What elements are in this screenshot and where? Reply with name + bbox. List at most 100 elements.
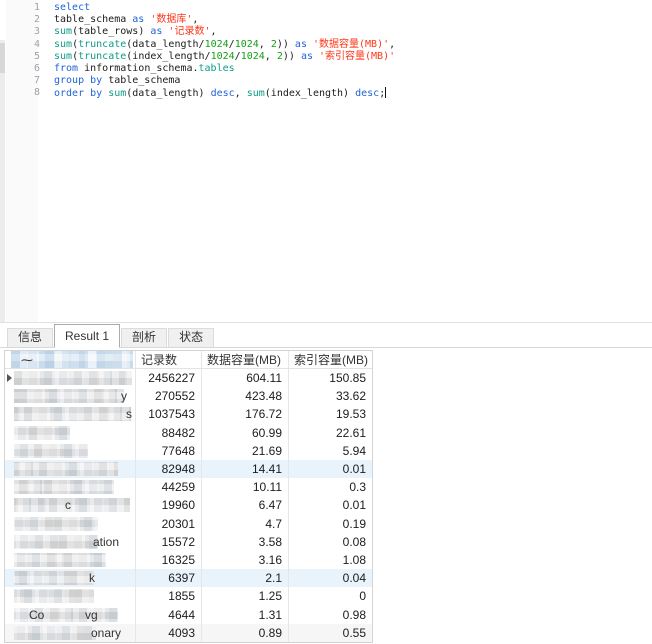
cell-records[interactable]: 44259 [136,478,202,497]
table-row[interactable]: c 19960 6.47 0.01 [5,496,372,515]
censored-fragment: s [126,407,132,422]
cell-index_mb[interactable]: 1.08 [289,551,372,569]
cell-data_mb[interactable]: 10.11 [202,478,289,497]
cell-database-name[interactable] [5,478,136,497]
cell-database-name[interactable]: s [5,405,136,424]
tab-info[interactable]: 信息 [7,328,54,347]
cell-database-name[interactable] [5,550,136,570]
table-row[interactable]: y 270552 423.48 33.62 [5,387,372,406]
cell-index_mb[interactable]: 150.85 [289,369,372,387]
cell-database-name[interactable]: Co vg [5,605,136,624]
cell-database-name[interactable] [5,587,136,606]
cell-index_mb[interactable]: 0.01 [289,496,372,514]
cell-records[interactable]: 4644 [136,605,202,624]
cell-data_mb[interactable]: 176.72 [202,405,289,424]
cell-data_mb[interactable]: 3.16 [202,550,289,570]
cell-records[interactable]: 6397 [136,569,202,588]
code-line: 8 order by sum(data_length) desc, sum(ind… [0,87,652,100]
code-line: 4 sum(truncate(data_length/1024/1024, 2))… [0,39,652,51]
cell-index_mb[interactable]: 0.55 [289,624,372,642]
results-pane: 信息 Result 1 剖析 状态 ⁓ 记录数 数据容量(MB) 索引容量(MB… [0,322,652,644]
censored-fragment: ation [93,534,120,549]
cell-database-name[interactable] [5,459,136,479]
cell-index_mb[interactable]: 5.94 [289,442,372,460]
cell-data_mb[interactable]: 0.89 [202,623,289,642]
cell-data_mb[interactable]: 1.25 [202,587,289,606]
table-row[interactable]: 16325 3.16 1.08 [5,550,372,570]
table-row[interactable]: 82948 14.41 0.01 [5,459,372,479]
cell-index_mb[interactable]: 19.53 [289,405,372,423]
table-row[interactable]: 88482 60.99 22.61 [5,423,372,442]
cell-index_mb[interactable]: 22.61 [289,424,372,442]
cell-records[interactable]: 1855 [136,587,202,606]
cell-index_mb[interactable]: 0.08 [289,533,372,551]
grid-header-cell-database[interactable]: ⁓ [5,351,136,368]
cell-index_mb[interactable]: 33.62 [289,387,372,405]
cell-index_mb[interactable]: 0.19 [289,515,372,533]
censored-text-mosaic [14,498,130,513]
table-row[interactable]: 2456227 604.11 150.85 [5,369,372,388]
cell-database-name[interactable] [5,514,136,533]
cell-database-name[interactable]: onary [5,623,136,642]
cell-records[interactable]: 88482 [136,423,202,442]
cell-database-name[interactable] [5,441,136,460]
grid-header-cell-records[interactable]: 记录数 [136,351,202,368]
cell-index_mb[interactable]: 0.3 [289,478,372,496]
cell-database-name[interactable]: y [5,387,136,406]
table-row[interactable]: 20301 4.7 0.19 [5,514,372,533]
code-line: 2 table_schema as '数据库', [0,14,652,26]
grid-header-cell-index-mb[interactable]: 索引容量(MB) [289,351,372,368]
tab-profile[interactable]: 剖析 [121,328,168,347]
line-number: 4 [33,38,40,50]
code-text: sum(table_rows) as '记录数', [54,26,217,38]
cell-data_mb[interactable]: 604.11 [202,369,289,388]
tab-result-1[interactable]: Result 1 [54,324,121,348]
table-row[interactable]: 77648 21.69 5.94 [5,441,372,460]
sql-editor[interactable]: 1 select 2 table_schema as '数据库', 3 sum(table… [0,0,652,322]
cell-data_mb[interactable]: 21.69 [202,441,289,460]
cell-records[interactable]: 15572 [136,532,202,551]
table-row[interactable]: s 1037543 176.72 19.53 [5,405,372,424]
cell-records[interactable]: 1037543 [136,405,202,424]
cell-records[interactable]: 77648 [136,441,202,460]
cell-records[interactable]: 82948 [136,459,202,479]
cell-data_mb[interactable]: 1.31 [202,605,289,624]
table-row[interactable]: k 6397 2.1 0.04 [5,569,372,588]
cell-data_mb[interactable]: 3.58 [202,532,289,551]
table-row[interactable]: Co vg 4644 1.31 0.98 [5,605,372,624]
cell-records[interactable]: 20301 [136,514,202,533]
table-row[interactable]: 1855 1.25 0 [5,587,372,606]
cell-index_mb[interactable]: 0.04 [289,569,372,587]
cell-database-name[interactable] [5,369,136,388]
code-text: sum(truncate(index_length/1024/1024, 2))… [54,50,396,62]
line-number: 1 [33,2,40,13]
cell-index_mb[interactable]: 0.98 [289,605,372,623]
tab-status[interactable]: 状态 [168,328,215,347]
cell-database-name[interactable] [5,423,136,442]
cell-index_mb[interactable]: 0.01 [289,460,372,478]
cell-records[interactable]: 270552 [136,387,202,406]
censored-text-mosaic [14,407,131,422]
cell-data_mb[interactable]: 6.47 [202,496,289,515]
cell-database-name[interactable]: c [5,496,136,515]
cell-data_mb[interactable]: 2.1 [202,569,289,588]
censored-text-mosaic [14,625,96,640]
table-row[interactable]: 44259 10.11 0.3 [5,478,372,497]
cell-records[interactable]: 2456227 [136,369,202,388]
code-text: group by table_schema [54,75,181,87]
cell-records[interactable]: 16325 [136,550,202,570]
cell-database-name[interactable]: k [5,569,136,588]
code-line: 5 sum(truncate(index_length/1024/1024, 2)… [0,51,652,63]
cell-index_mb[interactable]: 0 [289,587,372,605]
censored-text-mosaic [14,443,88,458]
cell-data_mb[interactable]: 14.41 [202,459,289,479]
cell-records[interactable]: 4093 [136,623,202,642]
table-row[interactable]: onary 4093 0.89 0.55 [5,623,372,642]
cell-records[interactable]: 19960 [136,496,202,515]
cell-database-name[interactable]: ation [5,532,136,551]
grid-header-cell-data-mb[interactable]: 数据容量(MB) [202,351,289,368]
cell-data_mb[interactable]: 423.48 [202,387,289,406]
table-row[interactable]: ation 15572 3.58 0.08 [5,532,372,551]
cell-data_mb[interactable]: 60.99 [202,423,289,442]
cell-data_mb[interactable]: 4.7 [202,514,289,533]
